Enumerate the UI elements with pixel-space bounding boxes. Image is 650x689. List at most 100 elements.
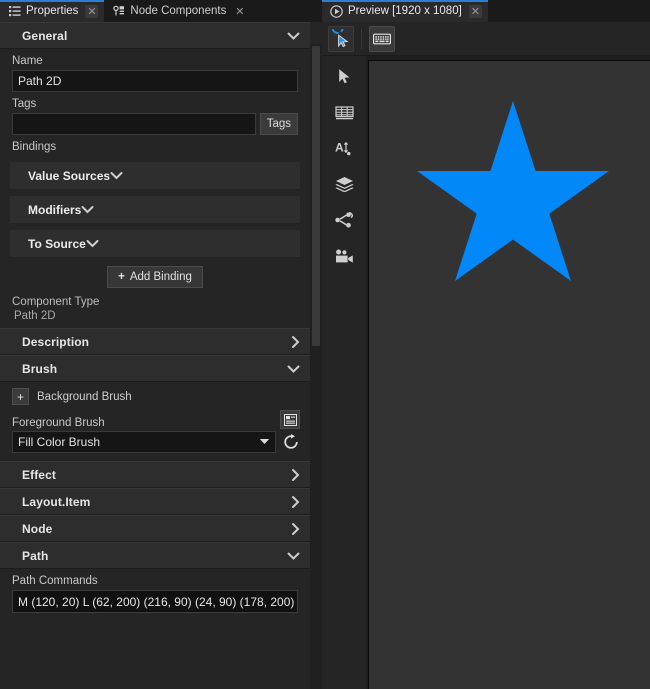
cursor-click-icon	[331, 29, 349, 48]
tab-label: Node Components	[130, 5, 227, 17]
chevron-right-icon	[291, 468, 300, 481]
pointer-interaction-toggle[interactable]	[328, 25, 354, 52]
properties-panel: Properties ✕ Node Components ✕ General N…	[0, 0, 322, 689]
properties-scroll-area[interactable]: General Name Path 2D Tags Tags Bindings …	[0, 22, 322, 689]
foreground-brush-header: Foreground Brush	[0, 405, 310, 431]
section-title: Value Sources	[28, 168, 111, 183]
section-title: Effect	[22, 467, 56, 482]
component-type-label: Component Type	[12, 296, 100, 308]
chevron-down-icon	[259, 437, 270, 447]
tags-input[interactable]	[12, 113, 256, 135]
section-value-sources[interactable]: Value Sources	[10, 162, 300, 190]
play-icon	[330, 4, 343, 18]
bindings-label: Bindings	[12, 141, 57, 153]
star-path-2d[interactable]	[393, 81, 633, 291]
section-path[interactable]: Path	[0, 542, 310, 569]
properties-content: General Name Path 2D Tags Tags Bindings …	[0, 22, 310, 613]
chevron-down-icon	[287, 31, 300, 40]
reset-brush-icon[interactable]	[282, 433, 300, 451]
section-title: Path	[22, 548, 49, 563]
text-a-icon: A	[335, 140, 350, 155]
background-brush-label: Background Brush	[37, 390, 132, 403]
chevron-right-icon	[291, 335, 300, 348]
tab-node-components[interactable]: Node Components ✕	[104, 0, 253, 22]
tab-label: Properties	[26, 5, 79, 17]
chevron-down-icon	[81, 201, 94, 219]
name-label: Name	[12, 55, 43, 67]
foreground-brush-row: Fill Color Brush	[0, 431, 310, 453]
text-tool[interactable]: A	[330, 136, 358, 160]
background-brush-row: + Background Brush	[0, 382, 310, 405]
section-title: Description	[22, 334, 90, 349]
foreground-brush-label: Foreground Brush	[12, 417, 105, 429]
close-icon[interactable]: ✕	[233, 5, 246, 18]
section-title: Layout.Item	[22, 494, 91, 509]
keyboard-input-toggle[interactable]	[369, 25, 395, 52]
camera-tool[interactable]	[330, 244, 358, 268]
chevron-right-icon	[291, 522, 300, 535]
toolbar-separator	[361, 28, 362, 49]
add-binding-label: Add Binding	[129, 271, 192, 283]
select-tool[interactable]	[330, 64, 358, 88]
tab-properties[interactable]: Properties ✕	[0, 0, 105, 22]
tags-button[interactable]: Tags	[259, 113, 298, 135]
app-root: Properties ✕ Node Components ✕ General N…	[0, 0, 650, 689]
path-commands-input[interactable]: M (120, 20) L (62, 200) (216, 90) (24, 9…	[12, 590, 298, 613]
tags-row: Tags	[12, 113, 298, 135]
foreground-brush-value: Fill Color Brush	[18, 435, 101, 449]
section-title: To Source	[28, 236, 86, 251]
node-graph-icon	[334, 212, 353, 228]
node-components-icon	[112, 5, 125, 18]
add-binding-row: + Add Binding	[0, 258, 310, 288]
layers-tool[interactable]	[330, 172, 358, 196]
section-general[interactable]: General	[0, 22, 310, 49]
component-type-value: Path 2D	[14, 310, 56, 322]
arrow-cursor-icon	[338, 68, 349, 83]
chevron-right-icon	[291, 495, 300, 508]
tab-label: Preview [1920 x 1080]	[348, 5, 462, 17]
grid-table-icon	[334, 105, 354, 119]
left-tab-bar: Properties ✕ Node Components ✕	[0, 0, 322, 22]
preview-canvas[interactable]	[368, 60, 650, 689]
section-title: Modifiers	[28, 202, 82, 217]
scrollbar-thumb[interactable]	[312, 46, 320, 346]
chevron-down-icon	[86, 235, 99, 253]
name-input[interactable]: Path 2D	[12, 70, 298, 92]
chevron-down-icon	[287, 364, 300, 373]
preview-panel: Preview [1920 x 1080] ✕ A	[322, 0, 650, 689]
keyboard-icon	[373, 33, 391, 44]
node-graph-tool[interactable]	[330, 208, 358, 232]
chevron-down-icon	[287, 551, 300, 560]
right-tab-bar: Preview [1920 x 1080] ✕	[322, 0, 650, 22]
tab-preview[interactable]: Preview [1920 x 1080] ✕	[322, 0, 488, 22]
grid-tool[interactable]	[330, 100, 358, 124]
list-icon	[8, 5, 21, 18]
properties-vertical-scrollbar[interactable]	[310, 44, 322, 689]
section-title: General	[22, 28, 68, 43]
tags-label: Tags	[12, 98, 37, 110]
close-icon[interactable]: ✕	[468, 4, 482, 18]
section-modifiers[interactable]: Modifiers	[10, 196, 300, 224]
foreground-brush-select[interactable]: Fill Color Brush	[12, 431, 276, 453]
path-commands-label: Path Commands	[12, 575, 98, 587]
preview-canvas-wrap	[366, 56, 650, 689]
section-title: Brush	[22, 361, 58, 376]
section-brush[interactable]: Brush	[0, 355, 310, 382]
add-background-brush-button[interactable]: +	[12, 388, 29, 405]
section-node[interactable]: Node	[0, 515, 310, 542]
layers-icon	[334, 177, 354, 192]
svg-text:A: A	[335, 140, 344, 154]
add-binding-button[interactable]: + Add Binding	[107, 266, 203, 288]
section-layout-item[interactable]: Layout.Item	[0, 488, 310, 515]
section-description[interactable]: Description	[0, 328, 310, 355]
preview-side-toolbar: A	[322, 56, 366, 689]
section-title: Node	[22, 521, 53, 536]
plus-icon: +	[118, 271, 125, 283]
brush-editor-icon[interactable]	[280, 410, 300, 429]
close-icon[interactable]: ✕	[85, 4, 99, 18]
preview-body: A	[322, 56, 650, 689]
section-effect[interactable]: Effect	[0, 461, 310, 488]
preview-toolbar	[322, 22, 650, 56]
section-to-source[interactable]: To Source	[10, 230, 300, 258]
chevron-down-icon	[110, 167, 123, 185]
